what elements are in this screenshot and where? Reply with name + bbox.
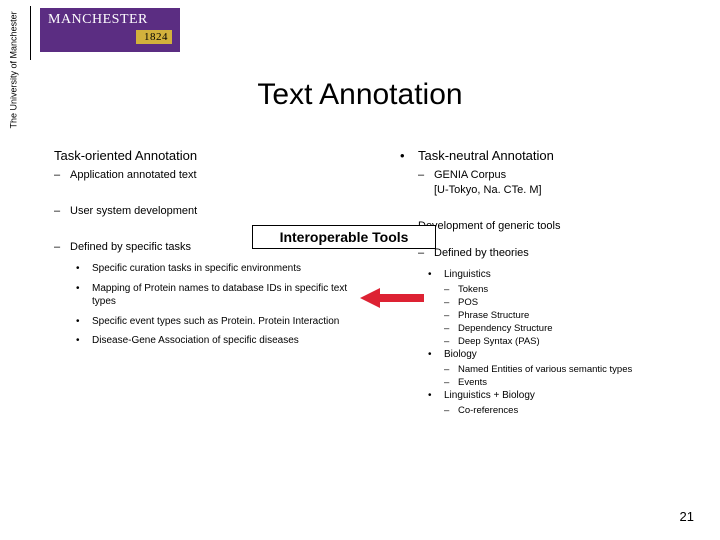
list-item-text: Events <box>458 377 487 388</box>
dash-icon: – <box>54 168 60 183</box>
list-item: –Events <box>428 377 700 388</box>
right-heading-row: • Task-neutral Annotation <box>400 148 700 165</box>
left-heading: Task-oriented Annotation <box>54 148 197 163</box>
list-item: • Specific event types such as Protein. P… <box>72 315 366 329</box>
right-sub-2: Development of generic tools <box>400 219 700 234</box>
left-sub-3-text: Defined by specific tasks <box>70 241 191 253</box>
dash-icon: – <box>444 377 449 388</box>
interoperable-tools-label: Interoperable Tools <box>280 229 409 245</box>
dash-icon: – <box>444 336 449 347</box>
list-item-text: Co-references <box>458 405 518 416</box>
list-item-text: Phrase Structure <box>458 310 529 321</box>
list-item-text: Disease-Gene Association of specific dis… <box>92 335 299 346</box>
dash-icon: – <box>54 204 60 219</box>
dash-icon: – <box>444 297 449 308</box>
list-item: –POS <box>428 297 700 308</box>
right-sub-2-text: Development of generic tools <box>418 220 560 232</box>
interoperable-tools-box: Interoperable Tools <box>252 225 436 249</box>
left-sub-2: – User system development <box>36 204 366 219</box>
brand-block: The University of Manchester MANCHESTER … <box>0 0 180 60</box>
list-item: –Co-references <box>428 405 700 416</box>
brand-name: MANCHESTER <box>48 12 148 27</box>
left-detail-list: • Specific curation tasks in specific env… <box>72 262 366 348</box>
list-item-text: Dependency Structure <box>458 323 553 334</box>
arrow-body <box>380 294 424 302</box>
dash-icon: – <box>444 310 449 321</box>
bullet-dot-icon: • <box>400 148 405 165</box>
bullet-dot-icon: • <box>76 282 80 296</box>
list-item: • Linguistics <box>428 269 700 280</box>
list-item: –Deep Syntax (PAS) <box>428 336 700 347</box>
left-column: Task-oriented Annotation – Application a… <box>36 148 366 354</box>
list-item-text: Deep Syntax (PAS) <box>458 336 540 347</box>
list-item: –Named Entities of various semantic type… <box>428 364 700 375</box>
dash-icon: – <box>444 364 449 375</box>
list-item: • Specific curation tasks in specific env… <box>72 262 366 276</box>
list-item-text: Biology <box>444 349 477 360</box>
list-item: • Mapping of Protein names to database ID… <box>72 282 366 309</box>
brand-sideways-text: The University of Manchester <box>0 10 30 130</box>
page-number: 21 <box>680 509 694 524</box>
dash-icon: – <box>444 323 449 334</box>
list-item-text: POS <box>458 297 478 308</box>
list-item-text: Mapping of Protein names to database IDs… <box>92 283 347 308</box>
dash-icon: – <box>444 284 449 295</box>
bullet-dot-icon: • <box>76 334 80 348</box>
dash-icon: – <box>444 405 449 416</box>
arrow-head <box>360 288 380 308</box>
bullet-dot-icon: • <box>428 390 432 401</box>
list-item: –Tokens <box>428 284 700 295</box>
list-item-text: Specific event types such as Protein. Pr… <box>92 316 339 327</box>
right-sub-3: – Defined by theories <box>400 246 700 261</box>
list-item: –Dependency Structure <box>428 323 700 334</box>
list-item-text: Tokens <box>458 284 488 295</box>
list-item: • Linguistics + Biology <box>428 390 700 401</box>
dash-icon: – <box>54 240 60 255</box>
left-heading-row: Task-oriented Annotation <box>36 148 366 165</box>
list-item: • Biology <box>428 349 700 360</box>
slide-title: Text Annotation <box>0 78 720 112</box>
dash-icon: – <box>418 168 424 183</box>
list-item: –Phrase Structure <box>428 310 700 321</box>
left-sub-1-text: Application annotated text <box>70 169 197 181</box>
right-sub-1: – GENIA Corpus [U-Tokyo, Na. CTe. M] <box>400 168 700 198</box>
right-column: • Task-neutral Annotation – GENIA Corpus… <box>400 148 700 418</box>
list-item-text: Named Entities of various semantic types <box>458 364 632 375</box>
list-item-text: Specific curation tasks in specific envi… <box>92 263 301 274</box>
right-sub-1b-text: [U-Tokyo, Na. CTe. M] <box>434 184 542 196</box>
brand-year: 1824 <box>136 30 172 44</box>
left-sub-2-text: User system development <box>70 205 197 217</box>
bullet-dot-icon: • <box>428 269 432 280</box>
list-item: • Disease-Gene Association of specific di… <box>72 334 366 348</box>
list-item-text: Linguistics <box>444 269 491 280</box>
bullet-dot-icon: • <box>428 349 432 360</box>
bullet-dot-icon: • <box>76 262 80 276</box>
right-sub-3-text: Defined by theories <box>434 247 529 259</box>
bullet-dot-icon: • <box>76 315 80 329</box>
right-tree: •Linguistics –Tokens –POS –Phrase Struct… <box>428 269 700 416</box>
brand-badge: MANCHESTER 1824 <box>40 8 180 52</box>
arrow-left-icon <box>360 288 424 308</box>
right-sub-1a-text: GENIA Corpus <box>434 169 506 181</box>
right-heading: Task-neutral Annotation <box>418 148 554 163</box>
left-sub-1: – Application annotated text <box>36 168 366 183</box>
brand-divider <box>30 6 31 60</box>
list-item-text: Linguistics + Biology <box>444 390 535 401</box>
